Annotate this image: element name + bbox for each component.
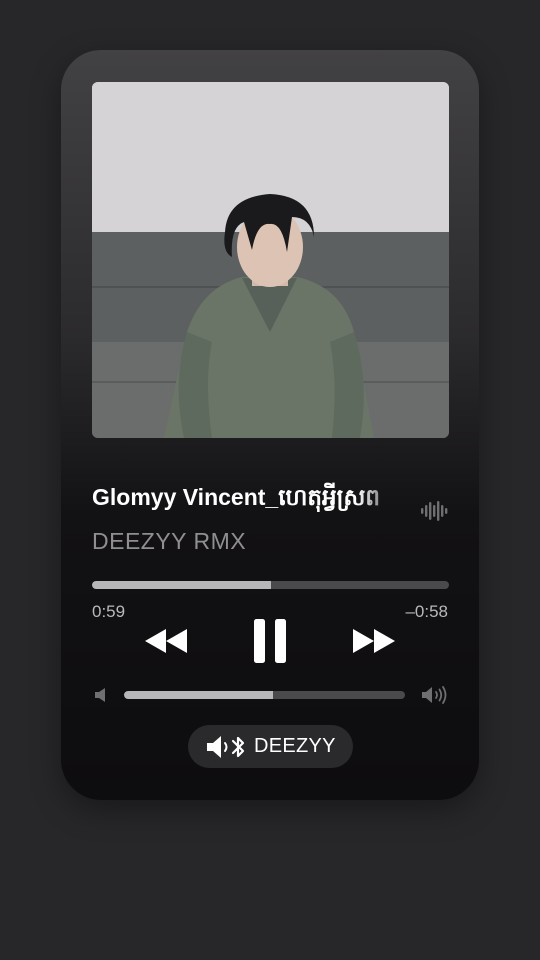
output-device-button[interactable]: DEEZYY — [188, 725, 353, 768]
pause-button[interactable] — [252, 618, 288, 664]
rewind-icon — [145, 629, 187, 653]
playback-progress-fill — [92, 581, 271, 589]
artist-name[interactable]: DEEZYY RMX — [92, 527, 246, 555]
playback-scrubber[interactable] — [92, 581, 449, 589]
rewind-button[interactable] — [142, 626, 190, 656]
track-title: Glomyy Vincent_ហេតុអ្វីស្រព — [92, 484, 380, 510]
volume-slider[interactable] — [124, 691, 405, 699]
output-device-label: DEEZYY — [254, 735, 336, 757]
volume-low-icon — [95, 688, 105, 702]
elapsed-time: 0:59 — [92, 602, 126, 621]
pause-icon — [254, 619, 286, 663]
remaining-time: –0:58 — [405, 602, 448, 621]
waveform-icon — [421, 501, 448, 521]
fast-forward-button[interactable] — [350, 626, 398, 656]
album-artwork — [92, 82, 449, 438]
speaker-bluetooth-icon — [207, 735, 245, 758]
volume-level-fill — [124, 691, 273, 699]
volume-high-icon — [422, 686, 447, 704]
fast-forward-icon — [353, 629, 395, 653]
